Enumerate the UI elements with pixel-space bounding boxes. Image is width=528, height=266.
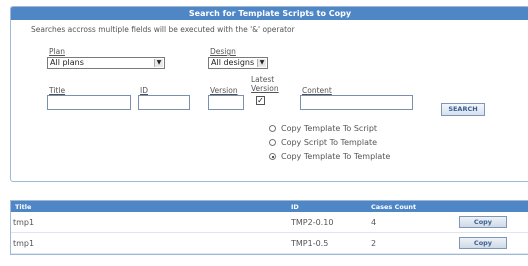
version-label: Version [210, 86, 238, 95]
search-button[interactable]: SEARCH [441, 103, 485, 116]
radio-circle-icon [269, 125, 276, 132]
title-label: Title [49, 86, 66, 95]
table-row: tmp1 TMP2-0.10 4 Copy [11, 212, 528, 233]
page: Search for Template Scripts to Copy Sear… [0, 0, 528, 266]
row-cases-count: 2 [371, 239, 377, 248]
design-label: Design [210, 47, 236, 56]
column-header-id: ID [291, 203, 299, 211]
row-title: tmp1 [13, 218, 35, 227]
chevron-down-icon: ▼ [257, 59, 266, 67]
design-select-value: All designs [211, 58, 255, 67]
row-title: tmp1 [13, 239, 35, 248]
search-panel-title: Search for Template Scripts to Copy [11, 7, 528, 20]
id-label: ID [140, 86, 148, 95]
radio-copy-template-to-template[interactable]: Copy Template To Template [269, 152, 390, 164]
column-header-cases-count: Cases Count [371, 203, 417, 211]
plan-select[interactable]: All plans ▼ [47, 57, 165, 69]
copy-button[interactable]: Copy [459, 237, 507, 249]
chevron-down-icon: ▼ [154, 59, 163, 67]
results-header-row: Title ID Cases Count [11, 201, 528, 212]
latest-version-checkbox[interactable]: ✓ [256, 96, 265, 105]
plan-label: Plan [49, 47, 65, 56]
version-input[interactable] [208, 95, 244, 110]
row-id: TMP1-0.5 [291, 239, 329, 248]
latest-version-label: Latest Version [251, 75, 279, 93]
radio-label: Copy Template To Script [281, 124, 378, 133]
radio-copy-template-to-script[interactable]: Copy Template To Script [269, 124, 377, 136]
table-row: tmp1 TMP1-0.5 2 Copy [11, 233, 528, 254]
content-label: Content [302, 86, 332, 95]
id-input[interactable] [138, 95, 190, 110]
design-select[interactable]: All designs ▼ [208, 57, 268, 69]
copy-button[interactable]: Copy [459, 216, 507, 228]
radio-circle-icon [269, 139, 276, 146]
column-header-title: Title [15, 203, 32, 211]
row-cases-count: 4 [371, 218, 377, 227]
plan-select-value: All plans [50, 58, 84, 67]
search-note: Searches accross multiple fields will be… [31, 25, 295, 34]
search-panel: Search for Template Scripts to Copy Sear… [10, 6, 528, 182]
radio-label: Copy Script To Template [281, 138, 378, 147]
radio-copy-script-to-template[interactable]: Copy Script To Template [269, 138, 377, 150]
row-id: TMP2-0.10 [291, 218, 334, 227]
content-input[interactable] [300, 95, 413, 110]
title-input[interactable] [47, 95, 131, 110]
radio-selected-icon [269, 153, 276, 160]
radio-label: Copy Template To Template [281, 152, 391, 161]
results-table: Title ID Cases Count tmp1 TMP2-0.10 4 Co… [10, 200, 528, 255]
